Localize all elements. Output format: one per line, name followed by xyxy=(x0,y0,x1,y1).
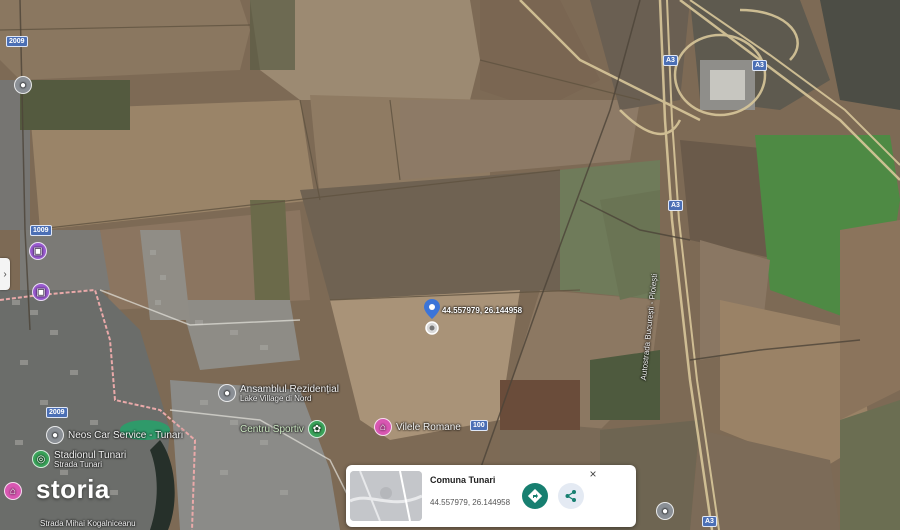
card-title: Comuna Tunari xyxy=(430,475,496,485)
map-pin-icon: ● xyxy=(46,426,64,444)
chevron-right-icon: › xyxy=(3,268,7,280)
poi-centru[interactable]: ✿ Centru Sportiv xyxy=(240,420,326,438)
location-info-card: Comuna Tunari 44.557979, 26.144958 × xyxy=(346,465,636,527)
pin-coords-label: 44.557979, 26.144958 xyxy=(442,306,523,315)
directions-button[interactable] xyxy=(522,483,548,509)
poi-marker[interactable]: ● xyxy=(656,502,674,520)
road-shield: 2009 xyxy=(46,407,68,418)
share-icon xyxy=(565,490,576,502)
poi-label: Neos Car Service - Tunari xyxy=(68,429,184,441)
satellite-imagery xyxy=(0,0,900,530)
location-thumbnail[interactable] xyxy=(350,471,422,521)
thumbnail-map-image xyxy=(350,471,422,521)
road-shield: A3 xyxy=(752,60,767,71)
stadium-icon: ◎ xyxy=(32,450,50,468)
poi-stadion[interactable]: ◎ Stadionul Tunari Strada Tunari xyxy=(32,450,126,470)
road-shield: A3 xyxy=(702,516,717,527)
share-button[interactable] xyxy=(558,483,584,509)
poi-marker[interactable]: ▣ xyxy=(32,283,50,301)
poi-vilele[interactable]: ⌂ Vilele Romane xyxy=(374,418,461,436)
leaf-icon: ✿ xyxy=(307,420,326,438)
shopping-icon: ▣ xyxy=(29,242,47,260)
poi-label: Centru Sportiv xyxy=(240,423,304,435)
map-pin-icon: ● xyxy=(656,502,674,520)
close-button[interactable]: × xyxy=(586,467,600,481)
poi-marker[interactable]: ⌂ xyxy=(4,482,22,500)
selected-location-pin-icon[interactable] xyxy=(424,299,440,335)
card-coords: 44.557979, 26.144958 xyxy=(430,498,511,507)
storia-logo: storia xyxy=(36,474,110,504)
road-shield: A3 xyxy=(668,200,683,211)
poi-ansamblul[interactable]: ● Ansamblul Rezidențial Lake Village di … xyxy=(218,384,339,404)
poi-marker[interactable]: ▣ xyxy=(29,242,47,260)
road-shield: 1009 xyxy=(30,225,52,236)
shopping-icon: ▣ xyxy=(32,283,50,301)
close-icon: × xyxy=(589,467,597,481)
side-panel-toggle[interactable]: › xyxy=(0,258,10,290)
map-pin-icon: ● xyxy=(218,384,236,402)
road-shield: A3 xyxy=(663,55,678,66)
street-label: Strada Mihai Kogalniceanu xyxy=(40,519,136,528)
satellite-map[interactable]: 2009 1009 2009 100 A3 A3 A3 A3 ● ▣ ▣ ● A… xyxy=(0,0,900,530)
poi-sublabel: Lake Village di Nord xyxy=(240,394,312,403)
directions-icon xyxy=(528,489,542,503)
home-icon: ⌂ xyxy=(4,482,22,500)
poi-sublabel: Strada Tunari xyxy=(54,460,103,469)
home-icon: ⌂ xyxy=(374,418,392,436)
poi-label: Vilele Romane xyxy=(396,421,461,433)
poi-marker[interactable]: ● xyxy=(14,76,32,94)
road-shield: 100 xyxy=(470,420,488,431)
poi-service[interactable]: ● Neos Car Service - Tunari xyxy=(46,426,183,444)
road-shield: 2009 xyxy=(6,36,28,47)
map-pin-icon: ● xyxy=(14,76,32,94)
